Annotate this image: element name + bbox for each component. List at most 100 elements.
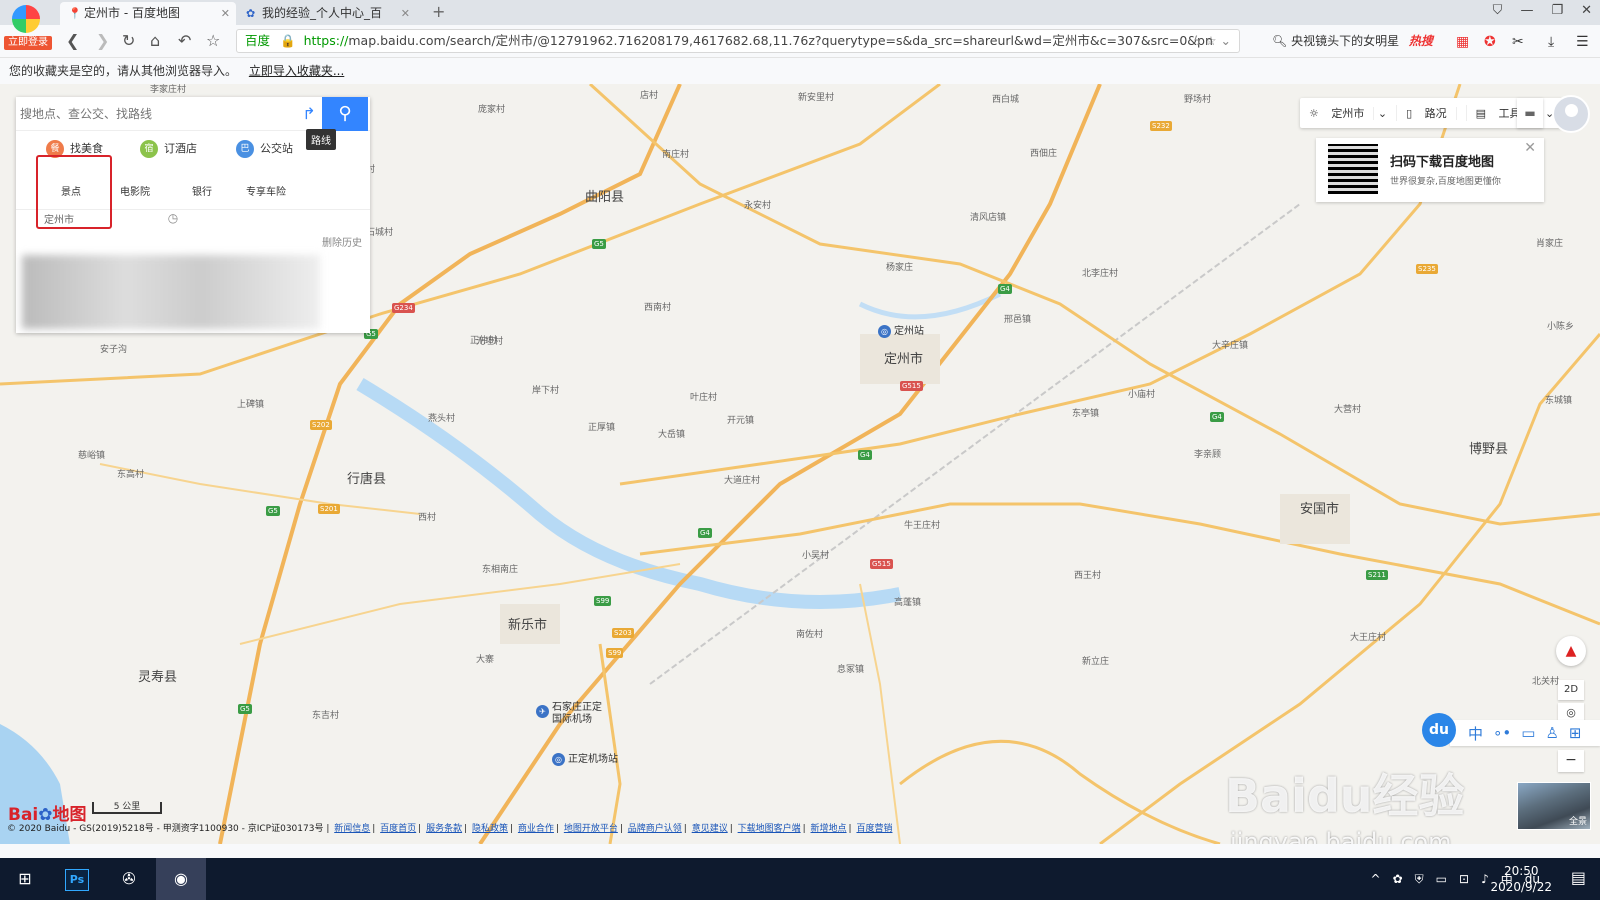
county-label[interactable]: 灵寿县 xyxy=(138,666,177,685)
compass-icon[interactable]: ▲ xyxy=(1556,636,1586,666)
footer-link[interactable]: 百度营销 xyxy=(856,824,892,834)
restore-icon[interactable]: ❐ xyxy=(1551,3,1563,18)
url-site-badge: 百度 xyxy=(245,33,271,48)
new-tab-button[interactable]: + xyxy=(432,2,445,21)
footer-link[interactable]: 品牌商户认领 xyxy=(628,824,682,834)
app-icon[interactable]: ✇ xyxy=(104,858,154,900)
county-label[interactable]: 行唐县 xyxy=(347,468,386,487)
star-icon[interactable]: ☆ xyxy=(206,31,220,50)
footer-link[interactable]: 意见建议 xyxy=(692,824,728,834)
url-field[interactable]: 百度 🔒 https://map.baidu.com/search/定州市/@1… xyxy=(236,29,1240,53)
scissors-icon[interactable]: ✂ xyxy=(1512,34,1524,50)
browser-search-box[interactable]: 🔍︎ 央视镜头下的女明星 热搜 xyxy=(1272,30,1433,52)
tab-close-icon[interactable]: ✕ xyxy=(401,2,410,25)
chevron-down-icon[interactable]: ⌄ xyxy=(1221,33,1231,48)
tab-experience[interactable]: ✿ 我的经验_个人中心_百 ✕ xyxy=(238,2,416,25)
county-label[interactable]: 新乐市 xyxy=(508,614,547,633)
shirt-icon[interactable]: ⛉ xyxy=(1493,3,1503,18)
battery-icon[interactable]: ▭ xyxy=(1436,872,1447,886)
chevron-up-icon[interactable]: ^ xyxy=(1371,872,1381,886)
footer-link[interactable]: 新增地点 xyxy=(811,824,847,834)
person-icon[interactable]: ♙ xyxy=(1545,724,1558,742)
zoom-out-button[interactable]: − xyxy=(1558,750,1584,772)
network-icon[interactable]: ⊡ xyxy=(1459,872,1469,886)
place-label: 燕头村 xyxy=(428,414,456,424)
place-label: 西王村 xyxy=(1074,571,1102,581)
forward-icon[interactable]: ❯ xyxy=(96,31,109,50)
footer-link[interactable]: 商业合作 xyxy=(518,824,554,834)
footer-link[interactable]: 下载地图客户端 xyxy=(738,824,801,834)
search-box: ↱ ⚲ xyxy=(16,97,370,131)
footer-link[interactable]: 服务条款 xyxy=(426,824,462,834)
minimize-icon[interactable]: — xyxy=(1520,3,1533,18)
county-label[interactable]: 定州市 xyxy=(884,348,923,367)
login-badge[interactable]: 立即登录 xyxy=(4,36,52,50)
clock-date: 2020/9/22 xyxy=(1490,880,1552,894)
back-icon[interactable]: ❮ xyxy=(66,31,79,50)
download-icon[interactable]: ⤓ xyxy=(1548,34,1554,50)
import-bookmarks-link[interactable]: 立即导入收藏夹... xyxy=(249,64,344,78)
clock[interactable]: 20:50 2020/9/22 xyxy=(1490,863,1552,895)
delete-history-link[interactable]: 删除历史 xyxy=(16,233,370,255)
notification-icon[interactable]: ▤ xyxy=(1571,868,1586,887)
toolbox-button[interactable]: ▤ 工具箱 ⌄ xyxy=(1467,105,1565,121)
tab-map[interactable]: 📍 定州市 - 百度地图 ✕ xyxy=(60,2,236,25)
traffic-button[interactable]: ▯ 路况 xyxy=(1397,105,1467,121)
county-label[interactable]: 博野县 xyxy=(1469,438,1508,457)
city-selector[interactable]: ☼ 定州市 ⌄ xyxy=(1300,105,1398,121)
dots-icon[interactable]: ∘• xyxy=(1493,724,1511,742)
place-label: 大寨 xyxy=(476,655,495,665)
bookmark-star-icon[interactable]: ☆ xyxy=(1205,33,1216,48)
category-car-insurance[interactable]: 专享车险 xyxy=(246,183,286,198)
windows-start-icon[interactable]: ⊞ xyxy=(0,858,50,900)
game-icon[interactable]: ✪ xyxy=(1484,34,1496,50)
quick-hotel[interactable]: 宿订酒店 xyxy=(140,140,197,158)
category-cinema[interactable]: 电影院 xyxy=(120,183,150,198)
route-icon[interactable]: ↱ xyxy=(296,101,322,127)
county-label[interactable]: 安国市 xyxy=(1300,498,1339,517)
footer-link[interactable]: 地图开放平台 xyxy=(564,824,618,834)
reload-icon[interactable]: ↻ xyxy=(122,31,135,50)
baidu-paw-icon: ✿ xyxy=(246,7,256,20)
quick-bus[interactable]: 巴公交站 xyxy=(236,140,293,158)
board-icon[interactable]: ▭ xyxy=(1521,724,1535,742)
shield-icon[interactable]: ⛨ xyxy=(1415,872,1424,887)
airport-icon: ✈ xyxy=(536,705,549,718)
du-logo[interactable]: du xyxy=(1422,713,1456,747)
grid-icon[interactable]: ⊞ xyxy=(1569,724,1582,742)
tray-app-icon[interactable]: ✿ xyxy=(1393,872,1403,886)
menu-icon[interactable]: ☰ xyxy=(1576,34,1589,50)
poi-airport[interactable]: ✈ 石家庄正定 国际机场 xyxy=(536,702,602,726)
mode-2d-button[interactable]: 2D xyxy=(1558,680,1584,700)
footer-link[interactable]: 新闻信息 xyxy=(334,824,370,834)
place-label: 正厚镇 xyxy=(588,423,616,433)
poi-dingzhou-station[interactable]: ◎ 定州站 xyxy=(878,322,924,338)
home-icon[interactable]: ⌂ xyxy=(150,31,160,50)
bookmarks-empty-text: 您的收藏夹是空的，请从其他浏览器导入。 xyxy=(9,64,238,78)
close-icon[interactable]: ✕ xyxy=(1581,3,1592,18)
road-shield: S211 xyxy=(1366,570,1388,580)
category-bank[interactable]: 银行 xyxy=(192,183,212,198)
place-label: 杨家庄 xyxy=(886,263,914,273)
volume-icon[interactable]: ♪ xyxy=(1481,872,1489,886)
browser-taskbar-icon[interactable]: ◉ xyxy=(156,858,206,900)
hot-search-badge: 热搜 xyxy=(1408,34,1433,48)
tab-close-icon[interactable]: ✕ xyxy=(221,2,230,25)
message-icon[interactable]: ▬ xyxy=(1517,98,1543,128)
map-search-input[interactable] xyxy=(20,103,280,125)
search-button[interactable]: ⚲ xyxy=(322,97,368,131)
footer-link[interactable]: 百度首页 xyxy=(380,824,416,834)
photoshop-icon[interactable]: Ps xyxy=(52,858,102,900)
close-icon[interactable]: ✕ xyxy=(1524,140,1536,156)
avatar[interactable] xyxy=(1552,95,1590,133)
city-label: 定州市 xyxy=(1322,107,1375,120)
poi-airport-station[interactable]: ◎ 正定机场站 xyxy=(552,750,618,766)
undo-icon[interactable]: ↶ xyxy=(178,31,191,50)
footer-link[interactable]: 隐私政策 xyxy=(472,824,508,834)
lightning-icon[interactable]: ϟ xyxy=(1193,33,1201,48)
place-label: 肖家庄 xyxy=(1536,239,1564,249)
language-toggle[interactable]: 中 xyxy=(1468,723,1483,744)
browser-logo[interactable]: 立即登录 xyxy=(4,3,52,50)
county-label[interactable]: 曲阳县 xyxy=(585,186,624,205)
apps-grid-icon[interactable]: ▦ xyxy=(1456,34,1469,50)
